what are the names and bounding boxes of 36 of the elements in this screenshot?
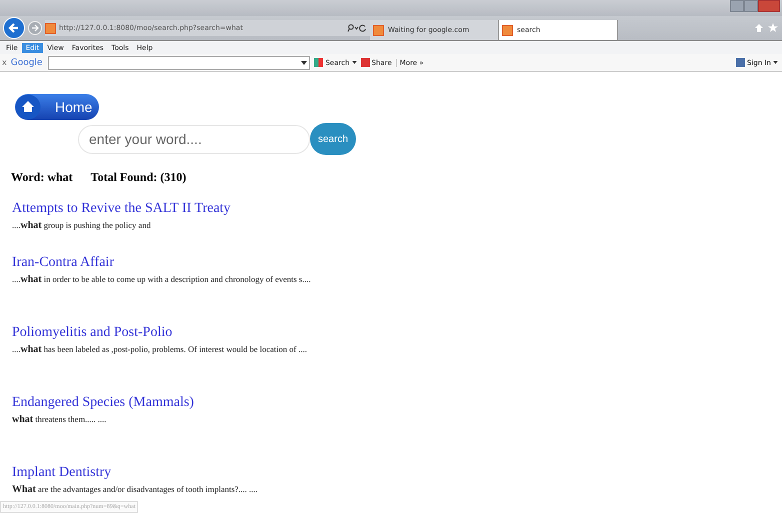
star-icon[interactable] [768, 23, 778, 33]
search-refresh-icon[interactable] [347, 24, 367, 32]
result-link[interactable]: Attempts to Revive the SALT II Treaty [12, 200, 231, 217]
right-arrow-icon [31, 24, 39, 32]
back-button[interactable] [3, 17, 25, 39]
search-word: Word: what [11, 170, 73, 185]
page-icon [45, 22, 56, 34]
dropdown-caret-icon[interactable] [301, 60, 308, 64]
result-link[interactable]: Poliomyelitis and Post-Polio [12, 324, 172, 341]
page-icon [502, 24, 513, 36]
result-snippet: What are the advantages and/or disadvantages of tooth implants?.... .... [12, 483, 259, 496]
result-snippet: ....what has been labeled as ,post-polio, problems. Of interest would be location of .... [12, 343, 308, 356]
google-label: Google [10, 58, 42, 68]
share-logo-icon [360, 58, 370, 67]
page-icon [373, 24, 384, 36]
caret-icon [773, 61, 778, 64]
forward-button[interactable] [28, 21, 42, 35]
home-icon[interactable] [754, 23, 764, 33]
home-button[interactable]: Home [15, 94, 99, 120]
total-found: Total Found: (310) [90, 170, 186, 185]
result-snippet: ....what group is pushing the policy and [12, 219, 152, 232]
search-logo-icon [314, 58, 324, 67]
house-icon [15, 94, 41, 120]
search-field[interactable]: enter your word.... [78, 124, 310, 154]
toolbar-search-field[interactable] [48, 56, 310, 70]
caret-icon [352, 61, 357, 64]
search-button[interactable]: search [310, 123, 356, 155]
user-icon [736, 58, 745, 67]
result-snippet: what threatens them..... .... [12, 413, 108, 426]
result-link[interactable]: Endangered Species (Mammals) [12, 394, 194, 411]
window-controls[interactable] [730, 0, 780, 10]
close-toolbar-button[interactable]: x [2, 58, 7, 67]
result-snippet: ....what in order to be able to come up with a description and chronology of events s.... [12, 273, 312, 286]
result-link[interactable]: Implant Dentistry [12, 464, 112, 481]
left-arrow-icon [8, 22, 20, 34]
result-link[interactable]: Iran-Contra Affair [12, 254, 114, 271]
